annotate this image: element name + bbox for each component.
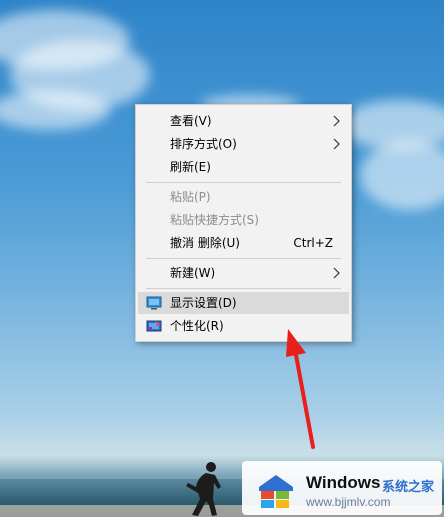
menu-item-refresh[interactable]: 刷新(E) (138, 156, 349, 178)
menu-item-label: 个性化(R) (170, 319, 224, 333)
menu-item-label: 显示设置(D) (170, 296, 237, 310)
annotation-arrow (286, 329, 315, 449)
menu-item-label: 粘贴(P) (170, 190, 211, 204)
menu-item-paste-shortcut[interactable]: 粘贴快捷方式(S) (138, 209, 349, 231)
menu-item-label: 新建(W) (170, 266, 216, 280)
menu-item-new[interactable]: 新建(W) (138, 262, 349, 284)
watermark-brand: Windows (306, 473, 381, 492)
menu-item-label: 撤消 删除(U) (170, 236, 240, 250)
menu-separator (146, 182, 341, 183)
menu-item-label: 刷新(E) (170, 160, 211, 174)
menu-item-label: 查看(V) (170, 114, 212, 128)
menu-item-undo-delete[interactable]: 撤消 删除(U) Ctrl+Z (138, 232, 349, 254)
menu-item-display-settings[interactable]: 显示设置(D) (138, 292, 349, 314)
menu-item-view[interactable]: 查看(V) (138, 110, 349, 132)
runner-silhouette (186, 462, 221, 516)
watermark-brand-suffix: 系统之家 (382, 480, 435, 495)
menu-item-paste[interactable]: 粘贴(P) (138, 186, 349, 208)
chevron-right-icon (333, 267, 340, 279)
menu-item-label: 排序方式(O) (170, 137, 237, 151)
chevron-right-icon (333, 115, 340, 127)
personalize-icon (146, 320, 162, 332)
watermark-url: www.bjjmlv.com (306, 495, 391, 509)
menu-item-label: 粘贴快捷方式(S) (170, 213, 259, 227)
display-icon (146, 296, 162, 310)
watermark: Windows 系统之家 www.bjjmlv.com (242, 461, 442, 515)
windows-logo-icon (259, 475, 293, 508)
menu-separator (146, 258, 341, 259)
menu-item-shortcut: Ctrl+Z (293, 236, 333, 250)
menu-item-sort-by[interactable]: 排序方式(O) (138, 133, 349, 155)
chevron-right-icon (333, 138, 340, 150)
menu-separator (146, 288, 341, 289)
context-menu: 查看(V) 排序方式(O) 刷新(E) 粘贴(P) 粘贴快捷方式(S) 撤消 删… (135, 104, 352, 342)
